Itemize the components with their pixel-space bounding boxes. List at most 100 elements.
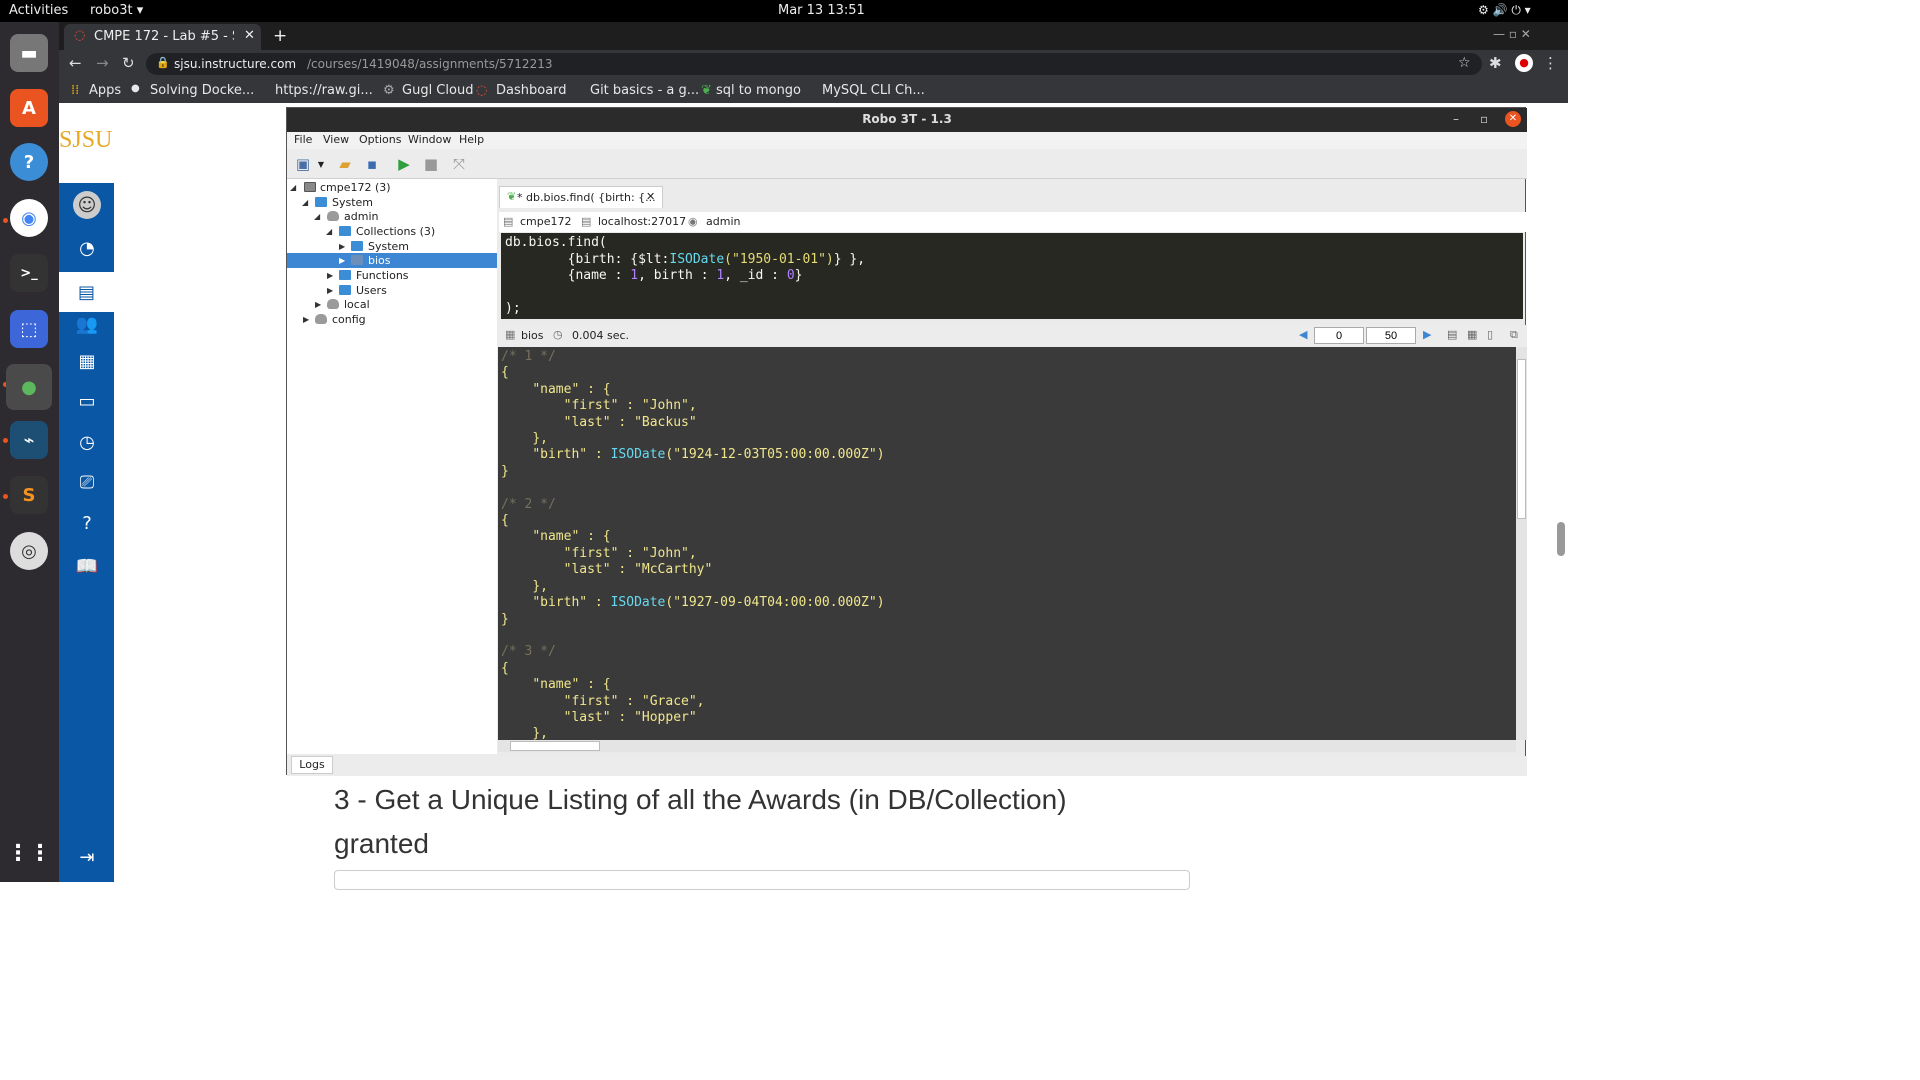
dashboard-icon[interactable]: ◔ — [73, 234, 101, 262]
profile-avatar[interactable]: ● — [1515, 54, 1533, 72]
tree-node-bios[interactable]: ▶ bios — [287, 253, 497, 268]
tree-node-users[interactable]: ▶ Users — [287, 283, 497, 298]
new-tab-icon[interactable]: + — [273, 26, 287, 46]
next-page-icon[interactable]: ▶ — [1423, 328, 1431, 341]
open-folder-icon[interactable]: ▰ — [335, 154, 355, 174]
forward-icon[interactable]: → — [96, 54, 109, 72]
menu-help[interactable]: Help — [459, 133, 484, 146]
menu-bar: File View Options Window Help — [287, 132, 1527, 149]
system-tray-icons[interactable]: ⚙ 🔊 ⏻ ▾ — [1478, 3, 1531, 18]
mysql-workbench-icon[interactable]: ⌁ — [10, 421, 48, 459]
bookmark-gugl-cloud[interactable]: Gugl Cloud — [402, 83, 473, 98]
close-tab-icon[interactable]: ✕ — [646, 190, 655, 203]
activities-button[interactable]: Activities — [9, 3, 68, 18]
terminal-icon[interactable]: >_ — [10, 254, 48, 292]
skip-input[interactable] — [1314, 327, 1364, 344]
window-title-text: Robo 3T - 1.3 — [862, 112, 952, 126]
results-vertical-scrollbar[interactable] — [1516, 347, 1527, 740]
window-controls[interactable]: — ▫ ✕ — [1493, 27, 1531, 41]
canvas-dashboard-icon: ◌ — [476, 83, 488, 98]
software-center-icon[interactable]: A — [10, 89, 48, 127]
close-window-icon[interactable]: ✕ — [1505, 111, 1521, 127]
bookmark-mysql-cli[interactable]: MySQL CLI Ch... — [822, 83, 925, 98]
tree-node-system[interactable]: ◢ System — [287, 195, 497, 210]
library-icon[interactable]: 📖 — [73, 552, 101, 580]
app-menu[interactable]: robo3t ▾ — [90, 3, 143, 18]
tree-node-coll-system[interactable]: ▶ System — [287, 239, 497, 254]
menu-window[interactable]: Window — [408, 133, 451, 146]
maximize-icon[interactable]: ▫ — [1480, 108, 1488, 130]
tree-node-config[interactable]: ▶ config — [287, 312, 497, 327]
table-view-icon[interactable]: ▦ — [1467, 328, 1477, 341]
bookmark-star-icon[interactable]: ☆ — [1458, 55, 1471, 71]
calendar-icon[interactable]: ▦ — [73, 347, 101, 375]
help-icon[interactable]: ? — [73, 509, 101, 537]
limit-input[interactable] — [1366, 327, 1416, 344]
inbox-icon[interactable]: ▭ — [73, 387, 101, 415]
help-icon[interactable]: ? — [10, 143, 48, 181]
minimize-icon[interactable]: – — [1453, 108, 1459, 130]
robo3t-window: Robo 3T - 1.3 – ▫ ✕ File View Options Wi… — [286, 107, 1527, 776]
clock[interactable]: Mar 13 13:51 — [778, 3, 865, 18]
history-icon[interactable]: ◷ — [73, 428, 101, 456]
results-horizontal-scrollbar[interactable] — [498, 740, 1516, 752]
window-title: Robo 3T - 1.3 – ▫ ✕ — [287, 108, 1527, 132]
files-icon[interactable]: ▬ — [10, 34, 48, 72]
sjsu-logo[interactable]: SJSU — [59, 127, 112, 154]
connect-dropdown-icon[interactable]: ▼ — [311, 154, 331, 174]
prev-page-icon[interactable]: ◀ — [1299, 328, 1307, 341]
screenshot-icon[interactable]: ⬚ — [10, 310, 48, 348]
chrome-icon[interactable]: ◉ — [10, 199, 48, 237]
maximize-results-icon[interactable]: ⧉ — [1510, 328, 1518, 342]
bookmark-solving-docker[interactable]: Solving Docke... — [150, 83, 254, 98]
url-bar[interactable]: 🔒 sjsu.instructure.com /courses/1419048/… — [146, 53, 1482, 75]
connection-tree: ◢ cmpe172 (3) ◢ System ◢ admin ◢ Collect… — [287, 179, 497, 754]
collapse-nav-icon[interactable]: ⇥ — [73, 843, 101, 871]
bookmarks-bar: ⁞⁞ Apps ● Solving Docke... https://raw.g… — [59, 78, 1568, 103]
tree-node-admin[interactable]: ◢ admin — [287, 209, 497, 224]
groups-icon[interactable]: 👥 — [73, 310, 101, 338]
extensions-icon[interactable]: ✱ — [1489, 54, 1502, 72]
menu-file[interactable]: File — [294, 133, 312, 146]
menu-options[interactable]: Options — [359, 133, 401, 146]
page-scrollbar[interactable] — [1557, 522, 1565, 556]
connect-icon[interactable]: ▣ — [293, 154, 313, 174]
tree-node-collections[interactable]: ◢ Collections (3) — [287, 224, 497, 239]
show-apps-icon[interactable]: ⋮⋮ — [7, 834, 51, 872]
apps-grid-icon[interactable]: ⁞⁞ — [71, 83, 79, 98]
connection-name: cmpe172 — [520, 215, 572, 228]
canvas-favicon-icon: ◌ — [74, 28, 86, 43]
tree-view-icon[interactable]: ▤ — [1447, 328, 1457, 341]
bookmark-apps[interactable]: Apps — [89, 83, 121, 98]
menu-view[interactable]: View — [323, 133, 349, 146]
close-tab-icon[interactable]: ✕ — [244, 28, 255, 43]
bookmark-dashboard[interactable]: Dashboard — [496, 83, 567, 98]
bookmark-raw-github[interactable]: https://raw.gi... — [275, 83, 373, 98]
account-avatar[interactable]: ☺ — [73, 191, 101, 219]
text-view-icon[interactable]: ▯ — [1487, 328, 1493, 341]
courses-icon[interactable]: ▤ — [59, 272, 114, 312]
reload-icon[interactable]: ↻ — [122, 54, 135, 72]
tree-node-cmpe172[interactable]: ◢ cmpe172 (3) — [287, 180, 497, 195]
chrome-menu-icon[interactable]: ⋮ — [1543, 54, 1558, 72]
studio-icon[interactable]: ⎚ — [73, 468, 101, 496]
results-text-view[interactable]: /* 1 */ { "name" : { "first" : "John", "… — [498, 347, 1516, 740]
tree-node-local[interactable]: ▶ local — [287, 297, 497, 312]
query-tab[interactable]: ❦ * db.bios.find( {birth: {... ✕ — [499, 186, 663, 208]
execute-icon[interactable]: ▶ — [394, 154, 414, 174]
expand-arrow-icon[interactable]: ◢ — [290, 180, 296, 195]
stop-icon[interactable]: ■ — [421, 154, 441, 174]
sublime-text-icon[interactable]: S — [10, 476, 48, 514]
connection-info-bar: ▤ cmpe172 ▤ localhost:27017 ◉ admin — [499, 212, 1527, 232]
format-icon[interactable]: ⤧ — [449, 154, 469, 174]
logs-tab[interactable]: Logs — [291, 756, 333, 774]
bookmark-git-basics[interactable]: Git basics - a g... — [590, 83, 699, 98]
back-icon[interactable]: ← — [69, 54, 82, 72]
browser-tab[interactable]: ◌ CMPE 172 - Lab #5 - Spring ✕ — [64, 24, 261, 50]
tree-node-functions[interactable]: ▶ Functions — [287, 268, 497, 283]
disc-icon[interactable]: ◎ — [10, 532, 48, 570]
bookmark-sql-to-mongo[interactable]: sql to mongo — [716, 83, 801, 98]
robo3t-icon[interactable]: ● — [6, 364, 52, 410]
save-icon[interactable]: ▪ — [362, 154, 382, 174]
query-editor[interactable]: db.bios.find( {birth: {$lt:ISODate("1950… — [501, 233, 1523, 319]
